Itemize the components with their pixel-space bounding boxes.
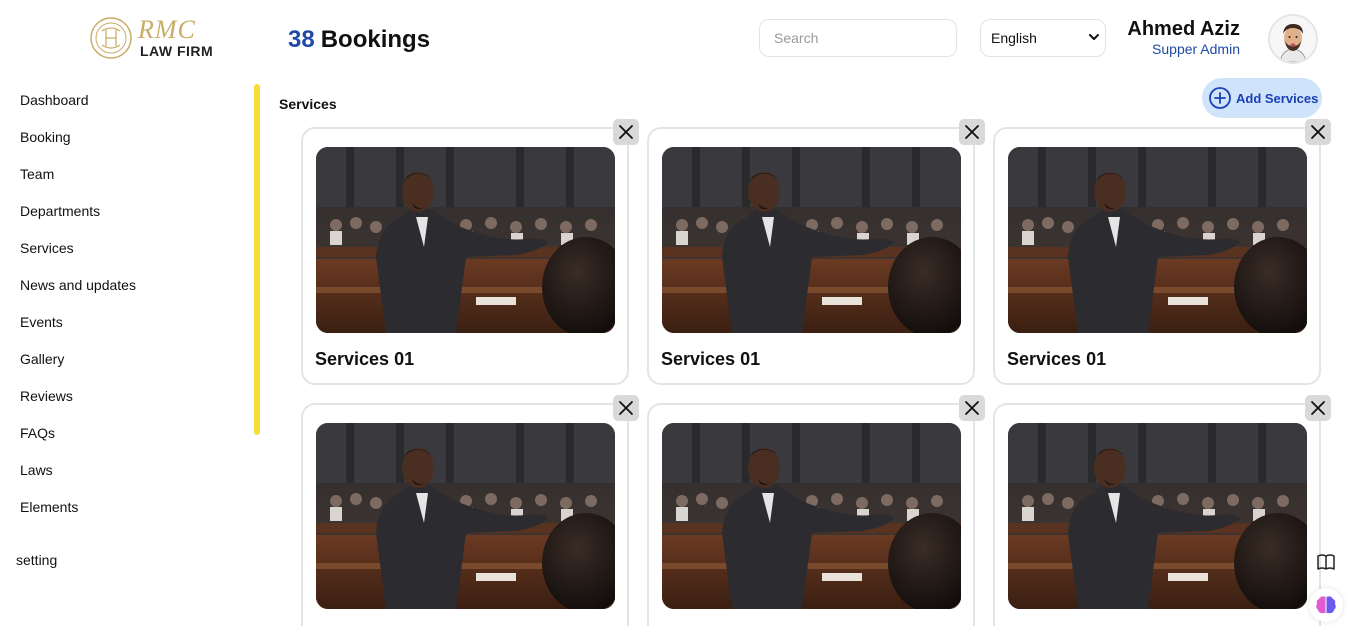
close-icon: [1311, 401, 1325, 415]
service-image: [1008, 423, 1307, 609]
sidebar-item-elements[interactable]: Elements: [0, 491, 250, 514]
page-title-text: Bookings: [320, 26, 431, 53]
close-icon: [619, 401, 633, 415]
avatar-illustration: [1270, 16, 1316, 62]
user-role: Supper Admin: [1152, 41, 1240, 57]
sidebar-item-laws[interactable]: Laws: [0, 454, 250, 491]
close-icon: [619, 125, 633, 139]
service-image: [662, 423, 961, 609]
service-card-title: Services 01: [661, 349, 761, 369]
sidebar-item-departments[interactable]: Departments: [0, 195, 250, 232]
plus-circle-icon: [1209, 87, 1231, 109]
add-services-button[interactable]: Add Services: [1202, 78, 1322, 118]
page-title: 38 Bookings: [288, 26, 430, 54]
remove-service-button[interactable]: [1305, 119, 1331, 145]
sidebar-item-gallery[interactable]: Gallery: [0, 343, 250, 380]
brand-logo[interactable]: RMC LAW FIRM: [88, 14, 218, 62]
brain-icon: [1316, 596, 1336, 614]
close-icon: [965, 401, 979, 415]
service-image: [316, 147, 615, 333]
sidebar-item-events[interactable]: Events: [0, 306, 250, 343]
service-card[interactable]: [993, 403, 1321, 626]
logo-emblem-icon: [90, 17, 132, 59]
service-card-title: Services 01: [315, 349, 415, 369]
brain-assistant-button[interactable]: [1309, 588, 1343, 622]
avatar[interactable]: [1268, 14, 1318, 64]
remove-service-button[interactable]: [613, 395, 639, 421]
language-selected-value: English: [991, 30, 1037, 46]
sidebar-item-dashboard[interactable]: Dashboard: [0, 84, 250, 121]
sidebar-item-reviews[interactable]: Reviews: [0, 380, 250, 417]
section-title: Services: [279, 96, 337, 112]
service-image: [662, 147, 961, 333]
sidebar-item-setting[interactable]: setting: [16, 552, 57, 568]
remove-service-button[interactable]: [959, 119, 985, 145]
sidebar-item-news-and-updates[interactable]: News and updates: [0, 269, 250, 306]
remove-service-button[interactable]: [613, 119, 639, 145]
sidebar-item-services[interactable]: Services: [0, 232, 250, 269]
logo-firm-name: LAW FIRM: [140, 43, 214, 59]
service-card[interactable]: [301, 403, 629, 626]
user-name: Ahmed Aziz: [1127, 18, 1240, 40]
sidebar-item-faqs[interactable]: FAQs: [0, 417, 250, 454]
sidebar-scroll-indicator[interactable]: [254, 84, 260, 435]
sidebar: Dashboard Booking Team Departments Servi…: [0, 84, 250, 514]
book-icon[interactable]: [1313, 549, 1339, 575]
remove-service-button[interactable]: [959, 395, 985, 421]
close-icon: [965, 125, 979, 139]
bookings-count: 38: [288, 26, 315, 53]
search-input[interactable]: [759, 19, 957, 57]
sidebar-item-booking[interactable]: Booking: [0, 121, 250, 158]
close-icon: [1311, 125, 1325, 139]
remove-service-button[interactable]: [1305, 395, 1331, 421]
service-image: [1008, 147, 1307, 333]
service-card[interactable]: [647, 403, 975, 626]
service-card[interactable]: Services 01: [647, 127, 975, 385]
sidebar-item-team[interactable]: Team: [0, 158, 250, 195]
logo-monogram: RMC: [138, 15, 196, 44]
service-card[interactable]: Services 01: [301, 127, 629, 385]
service-card[interactable]: Services 01: [993, 127, 1321, 385]
service-image: [316, 423, 615, 609]
add-services-label: Add Services: [1236, 90, 1319, 106]
service-card-title: Services 01: [1007, 349, 1107, 369]
